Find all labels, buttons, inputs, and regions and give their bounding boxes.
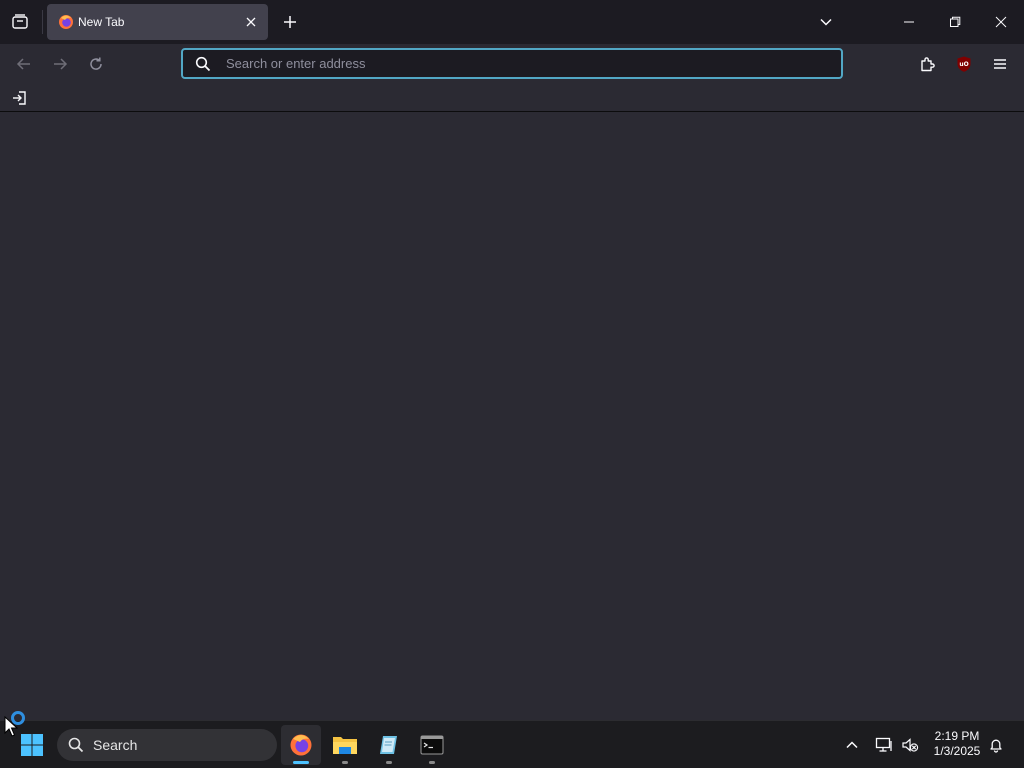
new-tab-button[interactable] <box>276 8 304 36</box>
bell-icon <box>990 739 1002 753</box>
reload-button[interactable] <box>82 50 110 78</box>
clock-time: 2:19 PM <box>934 729 980 743</box>
volume-muted-button[interactable] <box>898 733 922 757</box>
search-icon <box>68 737 84 753</box>
chevron-down-icon <box>820 18 832 26</box>
close-window-button[interactable] <box>978 0 1024 44</box>
tab-new-tab[interactable]: New Tab <box>47 4 268 40</box>
taskbar-search-box[interactable]: Search <box>57 729 277 761</box>
taskbar-app-terminal[interactable] <box>412 725 452 765</box>
notepad-icon <box>380 736 397 754</box>
restore-button[interactable] <box>932 0 978 44</box>
firefox-view-icon <box>12 14 28 29</box>
chevron-up-icon <box>846 741 858 749</box>
list-all-tabs-button[interactable] <box>812 8 840 36</box>
busy-spinner-icon <box>11 711 25 725</box>
close-icon <box>995 16 1007 28</box>
speaker-muted-icon <box>902 738 919 752</box>
search-icon <box>195 56 211 72</box>
folder-icon <box>333 737 357 754</box>
sign-in-icon <box>13 91 26 105</box>
arrow-right-icon <box>54 58 68 70</box>
tab-separator <box>42 10 43 34</box>
network-status-button[interactable] <box>872 733 896 757</box>
taskbar: Search 2:19 PM 1/3/2025 <box>0 720 1024 768</box>
ublock-origin-button[interactable]: uO <box>950 50 978 78</box>
forward-button[interactable] <box>46 50 74 78</box>
network-icon <box>875 737 892 752</box>
bookmarks-toolbar <box>0 84 1024 112</box>
running-indicator <box>293 761 309 764</box>
plus-icon <box>284 16 296 28</box>
extensions-puzzle-icon <box>921 57 935 72</box>
restore-icon <box>950 16 961 27</box>
taskbar-app-notepad[interactable] <box>369 725 409 765</box>
minimize-icon <box>904 21 914 23</box>
running-indicator <box>342 761 348 764</box>
taskbar-app-file-explorer[interactable] <box>325 725 365 765</box>
address-bar[interactable] <box>181 48 843 79</box>
app-menu-button[interactable] <box>986 50 1014 78</box>
taskbar-app-firefox[interactable] <box>281 725 321 765</box>
firefox-icon <box>59 15 73 29</box>
terminal-icon <box>420 735 444 755</box>
taskbar-clock[interactable]: 2:19 PM 1/3/2025 <box>924 729 990 761</box>
address-input[interactable] <box>226 53 826 74</box>
back-button[interactable] <box>10 50 38 78</box>
notifications-button[interactable] <box>984 733 1008 757</box>
tab-title: New Tab <box>78 15 125 29</box>
ublock-origin-icon: uO <box>957 56 971 72</box>
windows-logo-icon <box>21 734 43 756</box>
svg-text:uO: uO <box>959 61 968 68</box>
close-icon <box>246 17 256 27</box>
navigation-toolbar: uO <box>0 44 1024 84</box>
extensions-button[interactable] <box>914 50 942 78</box>
clock-date: 1/3/2025 <box>933 744 981 758</box>
account-sign-in-button[interactable] <box>8 88 30 108</box>
page-content <box>0 113 1024 720</box>
running-indicator <box>429 761 435 764</box>
start-button[interactable] <box>14 727 50 763</box>
running-indicator <box>386 761 392 764</box>
hamburger-menu-icon <box>994 59 1006 69</box>
tab-close-button[interactable] <box>242 13 260 31</box>
firefox-icon <box>290 734 312 756</box>
reload-icon <box>90 57 102 70</box>
minimize-button[interactable] <box>886 0 932 44</box>
show-hidden-icons-button[interactable] <box>840 733 864 757</box>
taskbar-search-label: Search <box>93 737 138 753</box>
firefox-view-button[interactable] <box>6 8 34 36</box>
arrow-left-icon <box>16 58 30 70</box>
tab-strip: New Tab <box>0 0 1024 44</box>
